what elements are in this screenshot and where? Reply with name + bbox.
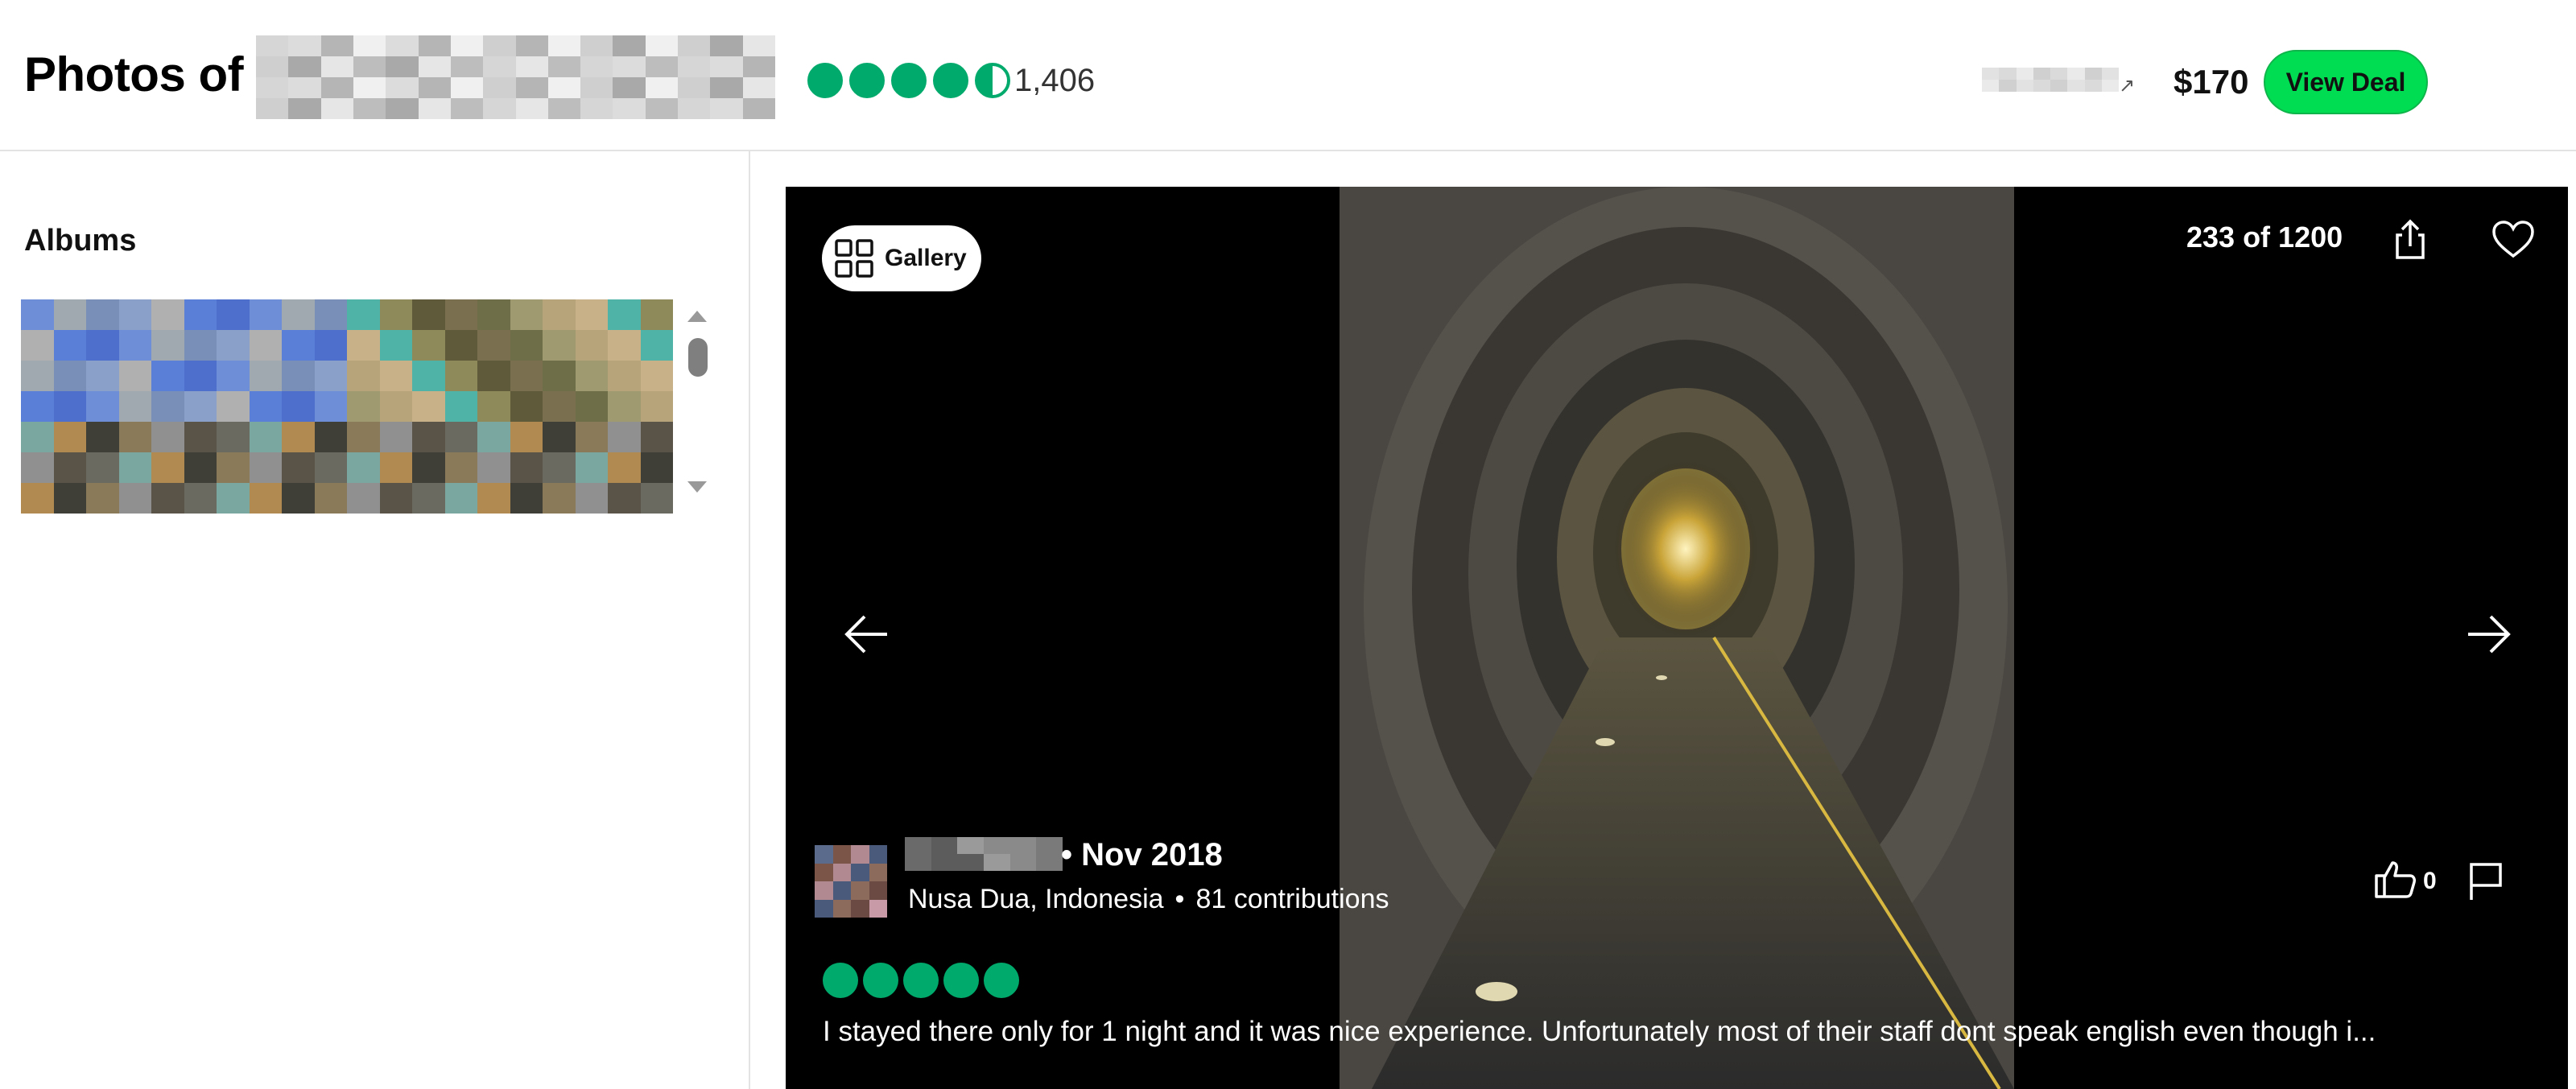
albums-heading: Albums xyxy=(24,224,137,258)
rating-bubble-half xyxy=(975,63,1010,98)
arrow-left-icon[interactable] xyxy=(842,613,890,655)
reviewer-contributions: 81 contributions xyxy=(1195,884,1389,914)
review-count-link[interactable]: 1,406 xyxy=(1014,63,1095,99)
rating-bubble-full xyxy=(863,963,898,998)
scroll-down-arrow[interactable] xyxy=(687,481,707,493)
arrow-right-icon[interactable] xyxy=(2465,613,2513,655)
album-thumbnail[interactable] xyxy=(21,299,673,514)
rating-bubble-full xyxy=(891,63,927,98)
rating-bubble-full xyxy=(807,63,843,98)
rating-bubble-full xyxy=(984,963,1019,998)
photo-viewer: Gallery 233 of 1200 • Nov 2018 Nusa Dua,… xyxy=(786,187,2568,1089)
reviewer-location: Nusa Dua, Indonesia xyxy=(908,884,1164,914)
review-rating-bubbles xyxy=(823,963,1019,998)
thumbs-up-icon[interactable] xyxy=(2373,860,2417,900)
gallery-grid-icon xyxy=(835,239,873,278)
rating-bubble-full xyxy=(823,963,858,998)
rating-bubble-full xyxy=(849,63,885,98)
page-title: Photos of xyxy=(24,47,244,101)
gallery-button[interactable]: Gallery xyxy=(822,225,981,291)
rating-bubble-full xyxy=(943,963,979,998)
deal-price[interactable]: $170 xyxy=(2174,63,2248,101)
page-header: Photos of 1,406 ↗ $170 View Deal xyxy=(0,0,2576,151)
hotel-name-redacted xyxy=(256,35,775,119)
review-text[interactable]: I stayed there only for 1 night and it w… xyxy=(823,1016,2533,1048)
like-count: 0 xyxy=(2423,868,2437,894)
scrollbar-thumb[interactable] xyxy=(688,338,708,377)
flag-icon[interactable] xyxy=(2467,861,2505,901)
rating-bubbles[interactable] xyxy=(807,63,1010,98)
scroll-up-arrow[interactable] xyxy=(687,311,707,322)
share-icon[interactable] xyxy=(2388,217,2433,262)
gallery-label: Gallery xyxy=(885,245,967,271)
reviewer-meta: Nusa Dua, Indonesia • 81 contributions xyxy=(908,884,1389,915)
photo-counter: 233 of 1200 xyxy=(2186,221,2343,254)
meta-separator: • xyxy=(1174,884,1185,914)
booking-partner-redacted[interactable] xyxy=(1982,68,2119,92)
review-date: • Nov 2018 xyxy=(1061,837,1223,872)
rating-bubble-full xyxy=(933,63,968,98)
tunnel-photo xyxy=(1340,187,2014,1089)
external-link-icon: ↗ xyxy=(2119,75,2136,97)
reviewer-name-redacted[interactable] xyxy=(905,837,1063,871)
albums-sidebar: Albums xyxy=(0,151,750,1089)
reviewer-avatar[interactable] xyxy=(815,845,887,918)
rating-bubble-full xyxy=(903,963,939,998)
heart-icon[interactable] xyxy=(2491,219,2536,261)
view-deal-button[interactable]: View Deal xyxy=(2264,50,2428,114)
